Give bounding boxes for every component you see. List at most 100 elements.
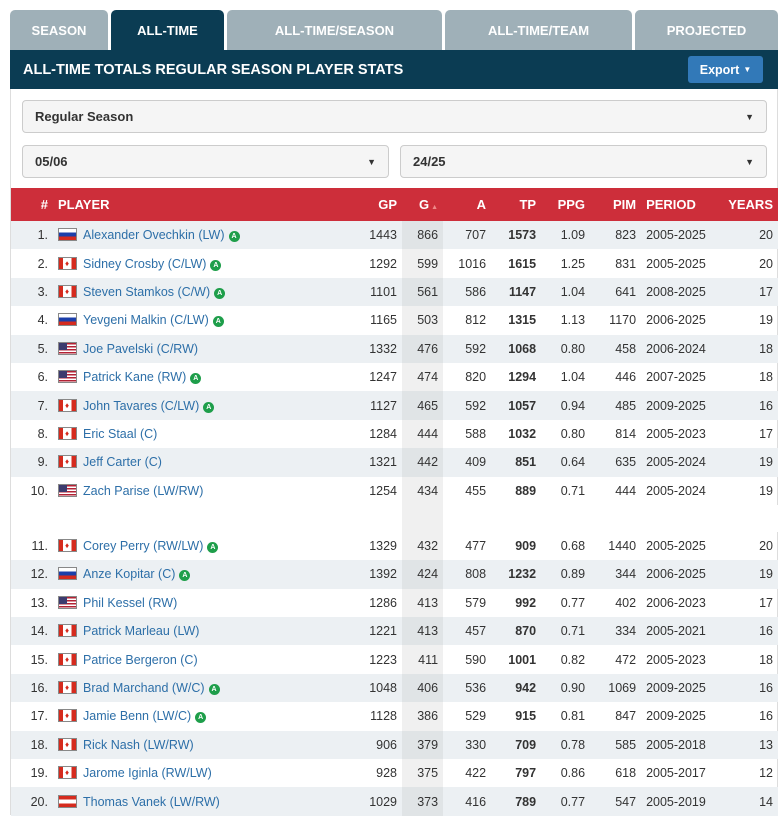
total-points: 889	[515, 483, 537, 498]
table-row: 3. ♦ Steven Stamkos (C/W) A 1101 561 586 1147 1.…	[11, 277, 778, 307]
assists: 330	[465, 737, 487, 752]
player-link[interactable]: Jeff Carter (C)	[83, 455, 162, 469]
goals: 476	[402, 334, 444, 363]
player-link[interactable]: Alexander Ovechkin (LW)	[83, 228, 225, 242]
goals: 474	[402, 362, 444, 392]
years: 14	[759, 794, 773, 809]
tab-bar: SEASON ALL-TIME ALL-TIME/SEASON ALL-TIME…	[10, 10, 778, 50]
player-link[interactable]: Sidney Crosby (C/LW)	[83, 257, 206, 271]
player-link[interactable]: Thomas Vanek (LW/RW)	[83, 795, 220, 809]
flag-icon	[58, 794, 77, 808]
tab-all-time-team[interactable]: ALL-TIME/TEAM	[445, 10, 632, 50]
flag-icon: ♦	[58, 455, 77, 469]
goals: 432	[402, 531, 444, 561]
export-button[interactable]: Export ▼	[688, 56, 763, 83]
col-tp[interactable]: TP	[491, 188, 541, 221]
table-row: 16. ♦ Brad Marchand (W/C) A 1048 406 536 942 0.9…	[11, 673, 778, 703]
flag-icon: ♦	[58, 652, 77, 666]
player-link[interactable]: Patrick Kane (RW)	[83, 370, 186, 384]
active-badge-icon: A	[212, 316, 224, 328]
to-season-select[interactable]: 24/25 ▼	[400, 145, 767, 178]
pim: 635	[615, 455, 637, 470]
player-cell: ♦ Sidney Crosby (C/LW) A	[53, 249, 357, 277]
player-link[interactable]: Yevgeni Malkin (C/LW)	[83, 313, 209, 327]
caret-down-icon: ▼	[745, 156, 754, 167]
ppg: 0.90	[560, 681, 586, 696]
player-cell: ♦ Corey Perry (RW/LW) A	[53, 532, 357, 560]
col-g[interactable]: G ▲	[402, 188, 444, 221]
player-cell: Phil Kessel (RW)	[53, 589, 357, 617]
assists: 422	[465, 766, 487, 781]
years: 20	[759, 256, 773, 271]
stats-table: # PLAYER GP G ▲ A TP PPG PIM PERIOD YEARS…	[11, 188, 778, 816]
total-points: 851	[515, 455, 537, 470]
player-cell: Yevgeni Malkin (C/LW) A	[53, 306, 357, 334]
col-pim[interactable]: PIM	[590, 188, 641, 221]
season-type-select[interactable]: Regular Season ▼	[22, 100, 767, 133]
flag-icon: ♦	[58, 709, 77, 723]
tab-all-time-season[interactable]: ALL-TIME/SEASON	[227, 10, 442, 50]
rank: 13.	[30, 595, 48, 610]
player-link[interactable]: Joe Pavelski (C/RW)	[83, 342, 198, 356]
tab-all-time[interactable]: ALL-TIME	[111, 10, 224, 50]
goals: 503	[402, 306, 444, 335]
years: 16	[759, 681, 773, 696]
col-rank[interactable]: #	[11, 188, 53, 221]
flag-icon	[58, 595, 77, 609]
pim: 472	[615, 652, 637, 667]
period: 2005-2025	[646, 228, 706, 243]
years: 20	[759, 539, 773, 554]
player-link[interactable]: John Tavares (C/LW)	[83, 399, 199, 413]
total-points: 1294	[508, 370, 537, 385]
assists: 707	[465, 228, 487, 243]
tab-projected[interactable]: PROJECTED	[635, 10, 778, 50]
player-cell: ♦ Jeff Carter (C)	[53, 448, 357, 476]
player-cell: Alexander Ovechkin (LW) A	[53, 221, 357, 249]
player-link[interactable]: Patrice Bergeron (C)	[83, 653, 198, 667]
pim: 547	[615, 794, 637, 809]
to-season-value: 24/25	[413, 154, 446, 169]
period: 2006-2023	[646, 595, 706, 610]
player-link[interactable]: Steven Stamkos (C/W)	[83, 285, 210, 299]
active-badge-icon: A	[203, 401, 215, 413]
player-link[interactable]: Brad Marchand (W/C)	[83, 681, 205, 695]
total-points: 870	[515, 624, 537, 639]
player-link[interactable]: Corey Perry (RW/LW)	[83, 539, 203, 553]
ppg: 1.25	[560, 256, 586, 271]
ppg: 0.94	[560, 398, 586, 413]
player-cell: ♦ Steven Stamkos (C/W) A	[53, 278, 357, 306]
season-type-value: Regular Season	[35, 109, 134, 124]
ppg: 0.77	[560, 595, 586, 610]
page-title: ALL-TIME TOTALS REGULAR SEASON PLAYER ST…	[23, 61, 404, 78]
table-row: 20. Thomas Vanek (LW/RW) 1029 373 416 789 0.77…	[11, 787, 778, 816]
player-cell: Anze Kopitar (C) A	[53, 560, 357, 588]
player-link[interactable]: Phil Kessel (RW)	[83, 596, 177, 610]
player-link[interactable]: Patrick Marleau (LW)	[83, 624, 199, 638]
player-link[interactable]: Rick Nash (LW/RW)	[83, 738, 194, 752]
col-period[interactable]: PERIOD	[641, 188, 722, 221]
player-cell: ♦ John Tavares (C/LW) A	[53, 391, 357, 419]
years: 20	[759, 228, 773, 243]
pim: 823	[615, 228, 637, 243]
player-link[interactable]: Zach Parise (LW/RW)	[83, 484, 203, 498]
assists: 808	[465, 567, 487, 582]
col-gp[interactable]: GP	[357, 188, 402, 221]
pim: 444	[615, 483, 637, 498]
pim: 831	[615, 256, 637, 271]
period: 2005-2021	[646, 624, 706, 639]
col-player[interactable]: PLAYER	[53, 188, 357, 221]
tab-season[interactable]: SEASON	[10, 10, 108, 50]
gp: 1329	[369, 539, 397, 554]
from-season-select[interactable]: 05/06 ▼	[22, 145, 389, 178]
player-link[interactable]: Jarome Iginla (RW/LW)	[83, 766, 212, 780]
active-badge-icon: A	[210, 259, 222, 271]
col-ppg[interactable]: PPG	[541, 188, 590, 221]
col-a[interactable]: A	[443, 188, 491, 221]
player-cell: ♦ Patrice Bergeron (C)	[53, 645, 357, 673]
player-link[interactable]: Eric Staal (C)	[83, 427, 157, 441]
flag-icon	[58, 313, 77, 327]
col-years[interactable]: YEARS	[722, 188, 778, 221]
player-link[interactable]: Anze Kopitar (C)	[83, 567, 175, 581]
stats-panel: Regular Season ▼ 05/06 ▼ 24/25 ▼ # PLAYER G…	[10, 89, 778, 816]
player-link[interactable]: Jamie Benn (LW/C)	[83, 709, 191, 723]
